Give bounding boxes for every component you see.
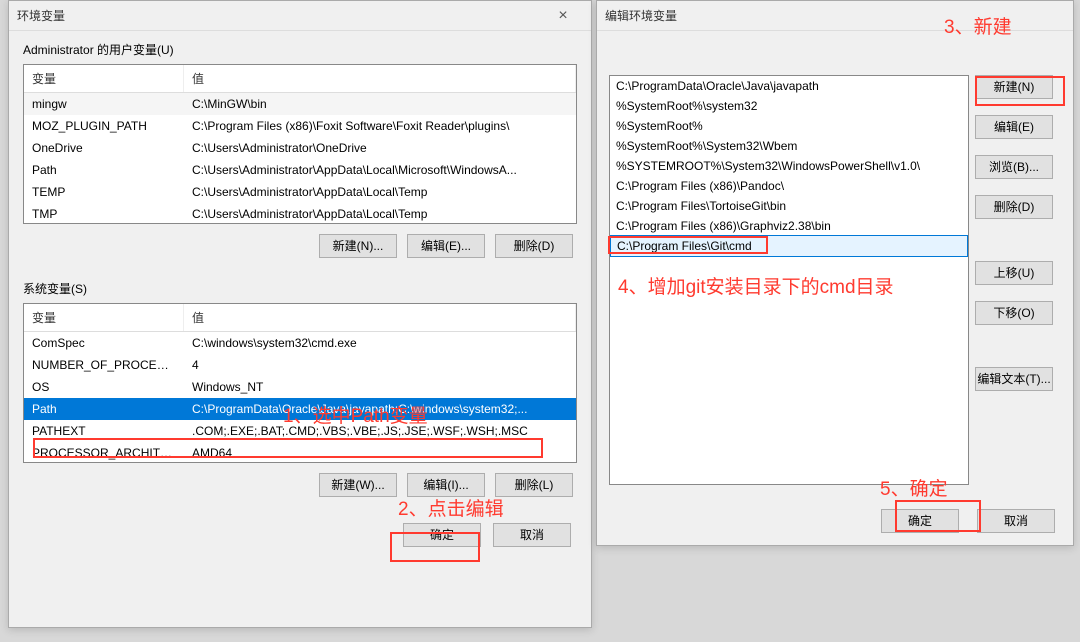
- ok-button[interactable]: 确定: [881, 509, 959, 533]
- list-item[interactable]: %SystemRoot%\System32\Wbem: [610, 136, 968, 156]
- var-name: Path: [24, 162, 184, 178]
- var-value: C:\Program Files (x86)\Foxit Software\Fo…: [184, 118, 576, 134]
- dialog-title: 环境变量: [17, 1, 65, 31]
- table-row[interactable]: ComSpecC:\windows\system32\cmd.exe: [24, 332, 576, 354]
- browse-button[interactable]: 浏览(B)...: [975, 155, 1053, 179]
- var-value: C:\ProgramData\Oracle\Java\javapath;C:\w…: [184, 401, 576, 417]
- var-value: AMD64: [184, 445, 576, 461]
- var-value: C:\Users\Administrator\AppData\Local\Tem…: [184, 184, 576, 200]
- right-buttons-column: 新建(N) 编辑(E) 浏览(B)... 删除(D) 上移(U) 下移(O) 编…: [975, 75, 1061, 391]
- sys-buttons-row: 新建(W)... 编辑(I)... 删除(L): [23, 463, 577, 509]
- header-variable: 变量: [24, 304, 184, 331]
- dialog-title: 编辑环境变量: [605, 1, 677, 31]
- cancel-button[interactable]: 取消: [493, 523, 571, 547]
- user-delete-button[interactable]: 删除(D): [495, 234, 573, 258]
- var-value: Windows_NT: [184, 379, 576, 395]
- table-row[interactable]: MOZ_PLUGIN_PATHC:\Program Files (x86)\Fo…: [24, 115, 576, 137]
- var-value: .COM;.EXE;.BAT;.CMD;.VBS;.VBE;.JS;.JSE;.…: [184, 423, 576, 439]
- list-header: 变量 值: [24, 304, 576, 332]
- list-item[interactable]: C:\Program Files (x86)\Pandoc\: [610, 176, 968, 196]
- close-icon[interactable]: ×: [543, 1, 583, 31]
- list-item[interactable]: %SYSTEMROOT%\System32\WindowsPowerShell\…: [610, 156, 968, 176]
- header-value: 值: [184, 65, 576, 92]
- list-item[interactable]: %SystemRoot%\system32: [610, 96, 968, 116]
- move-up-button[interactable]: 上移(U): [975, 261, 1053, 285]
- table-row[interactable]: PROCESSOR_ARCHITECT...AMD64: [24, 442, 576, 463]
- list-item[interactable]: C:\Program Files\Git\cmd: [610, 235, 968, 257]
- edit-button[interactable]: 编辑(E): [975, 115, 1053, 139]
- new-button[interactable]: 新建(N): [975, 75, 1053, 99]
- path-list[interactable]: C:\ProgramData\Oracle\Java\javapath%Syst…: [609, 75, 969, 485]
- var-value: 4: [184, 357, 576, 373]
- edit-env-var-dialog: 编辑环境变量 C:\ProgramData\Oracle\Java\javapa…: [596, 0, 1074, 546]
- user-new-button[interactable]: 新建(N)...: [319, 234, 397, 258]
- var-name: PROCESSOR_ARCHITECT...: [24, 445, 184, 461]
- user-edit-button[interactable]: 编辑(E)...: [407, 234, 485, 258]
- user-buttons-row: 新建(N)... 编辑(E)... 删除(D): [23, 224, 577, 270]
- sys-delete-button[interactable]: 删除(L): [495, 473, 573, 497]
- sys-section-label: 系统变量(S): [23, 280, 577, 297]
- user-vars-list[interactable]: 变量 值 mingwC:\MinGW\binMOZ_PLUGIN_PATHC:\…: [23, 64, 577, 224]
- user-section-label: Administrator 的用户变量(U): [23, 41, 577, 58]
- titlebar: 编辑环境变量: [597, 1, 1073, 31]
- var-name: mingw: [24, 96, 184, 112]
- user-vars-section: Administrator 的用户变量(U) 变量 值 mingwC:\MinG…: [23, 41, 577, 270]
- sys-edit-button[interactable]: 编辑(I)...: [407, 473, 485, 497]
- table-row[interactable]: TEMPC:\Users\Administrator\AppData\Local…: [24, 181, 576, 203]
- dialog-actions: 确定 取消: [881, 509, 1055, 533]
- var-value: C:\windows\system32\cmd.exe: [184, 335, 576, 351]
- var-name: OS: [24, 379, 184, 395]
- var-name: ComSpec: [24, 335, 184, 351]
- edit-text-button[interactable]: 编辑文本(T)...: [975, 367, 1053, 391]
- list-item[interactable]: C:\Program Files (x86)\Graphviz2.38\bin: [610, 216, 968, 236]
- sys-vars-section: 系统变量(S) 变量 值 ComSpecC:\windows\system32\…: [23, 280, 577, 509]
- delete-button[interactable]: 删除(D): [975, 195, 1053, 219]
- sys-new-button[interactable]: 新建(W)...: [319, 473, 397, 497]
- var-name: TMP: [24, 206, 184, 222]
- table-row[interactable]: mingwC:\MinGW\bin: [24, 93, 576, 115]
- move-down-button[interactable]: 下移(O): [975, 301, 1053, 325]
- var-value: C:\MinGW\bin: [184, 96, 576, 112]
- list-item[interactable]: C:\ProgramData\Oracle\Java\javapath: [610, 76, 968, 96]
- table-row[interactable]: OneDriveC:\Users\Administrator\OneDrive: [24, 137, 576, 159]
- cancel-button[interactable]: 取消: [977, 509, 1055, 533]
- var-name: PATHEXT: [24, 423, 184, 439]
- list-item[interactable]: C:\Program Files\TortoiseGit\bin: [610, 196, 968, 216]
- table-row[interactable]: TMPC:\Users\Administrator\AppData\Local\…: [24, 203, 576, 224]
- dialog-actions: 确定 取消: [9, 513, 591, 557]
- var-name: NUMBER_OF_PROCESSORS: [24, 357, 184, 373]
- table-row[interactable]: OSWindows_NT: [24, 376, 576, 398]
- var-value: C:\Users\Administrator\AppData\Local\Tem…: [184, 206, 576, 222]
- var-name: TEMP: [24, 184, 184, 200]
- table-row[interactable]: PathC:\ProgramData\Oracle\Java\javapath;…: [24, 398, 576, 420]
- sys-vars-list[interactable]: 变量 值 ComSpecC:\windows\system32\cmd.exeN…: [23, 303, 577, 463]
- titlebar: 环境变量 ×: [9, 1, 591, 31]
- table-row[interactable]: PathC:\Users\Administrator\AppData\Local…: [24, 159, 576, 181]
- header-variable: 变量: [24, 65, 184, 92]
- var-name: MOZ_PLUGIN_PATH: [24, 118, 184, 134]
- var-value: C:\Users\Administrator\OneDrive: [184, 140, 576, 156]
- var-name: OneDrive: [24, 140, 184, 156]
- table-row[interactable]: NUMBER_OF_PROCESSORS4: [24, 354, 576, 376]
- var-name: Path: [24, 401, 184, 417]
- ok-button[interactable]: 确定: [403, 523, 481, 547]
- list-item[interactable]: %SystemRoot%: [610, 116, 968, 136]
- header-value: 值: [184, 304, 576, 331]
- var-value: C:\Users\Administrator\AppData\Local\Mic…: [184, 162, 576, 178]
- table-row[interactable]: PATHEXT.COM;.EXE;.BAT;.CMD;.VBS;.VBE;.JS…: [24, 420, 576, 442]
- list-header: 变量 值: [24, 65, 576, 93]
- env-vars-dialog: 环境变量 × Administrator 的用户变量(U) 变量 值 mingw…: [8, 0, 592, 628]
